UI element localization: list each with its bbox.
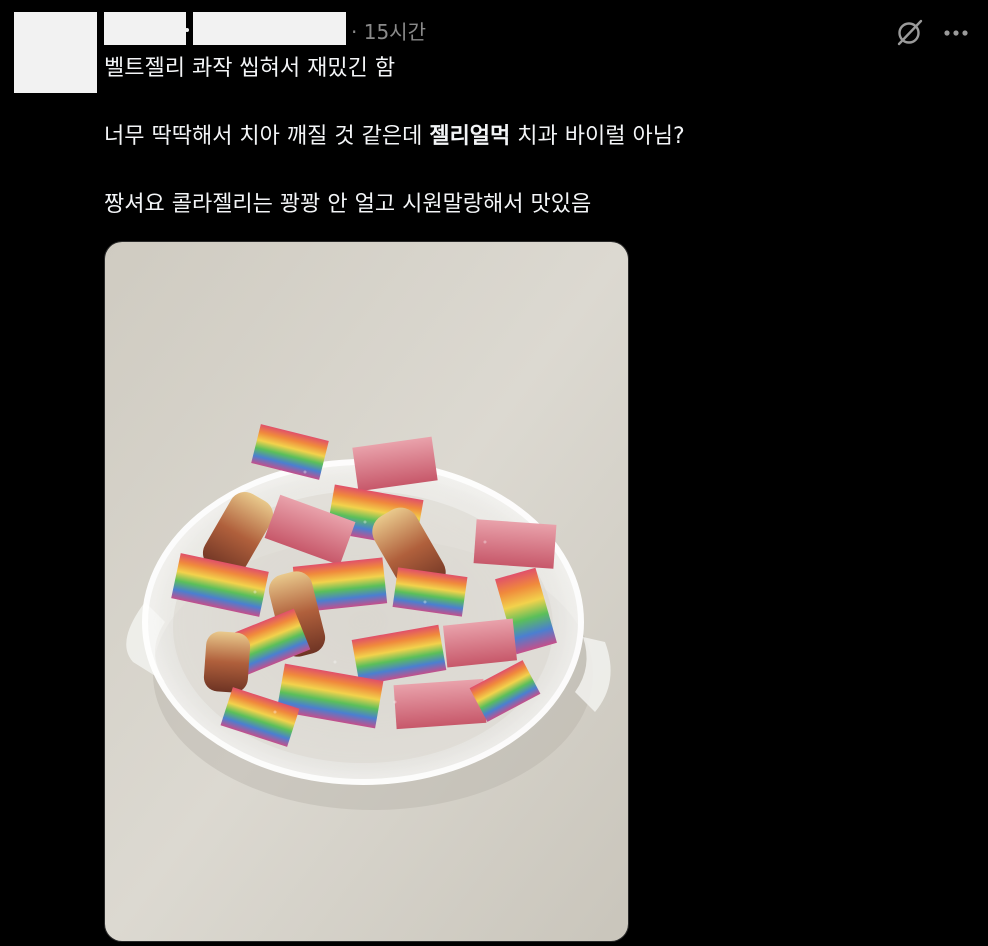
post-text-line-3: 짱셔요 콜라젤리는 꽝꽝 안 얼고 시원말랑해서 맛있음 [104,192,592,217]
no-repost-icon[interactable] [892,14,928,50]
avatar-redacted[interactable] [14,12,97,93]
separator-dot [185,28,189,32]
post-text-line-1: 벨트젤리 콰작 씹혀서 재밌긴 함 [104,56,396,81]
jelly-bowl-photo [105,242,628,941]
thread-post: · 15시간 벨트젤리 콰작 씹혀서 재밌긴 함 너무 딱딱해서 치아 깨질 것… [0,0,988,946]
display-name-redacted[interactable] [193,12,346,45]
username-redacted[interactable] [104,12,186,45]
no-repost-icon-glyph [897,19,923,46]
post-text-line-2: 너무 딱딱해서 치아 깨질 것 같은데 젤리얼먹 치과 바이럴 아님? [104,122,685,152]
post-text-line-2-bold: 젤리얼먹 [429,124,511,149]
post-photo[interactable] [104,241,629,942]
post-text-line-2-end: 치과 바이럴 아님? [510,124,685,149]
post-text-line-2-start: 너무 딱딱해서 치아 깨질 것 같은데 [104,124,430,149]
more-options-icon[interactable] [938,14,974,50]
more-options-icon-glyph [944,30,968,36]
post-timestamp: · 15시간 [351,20,426,44]
